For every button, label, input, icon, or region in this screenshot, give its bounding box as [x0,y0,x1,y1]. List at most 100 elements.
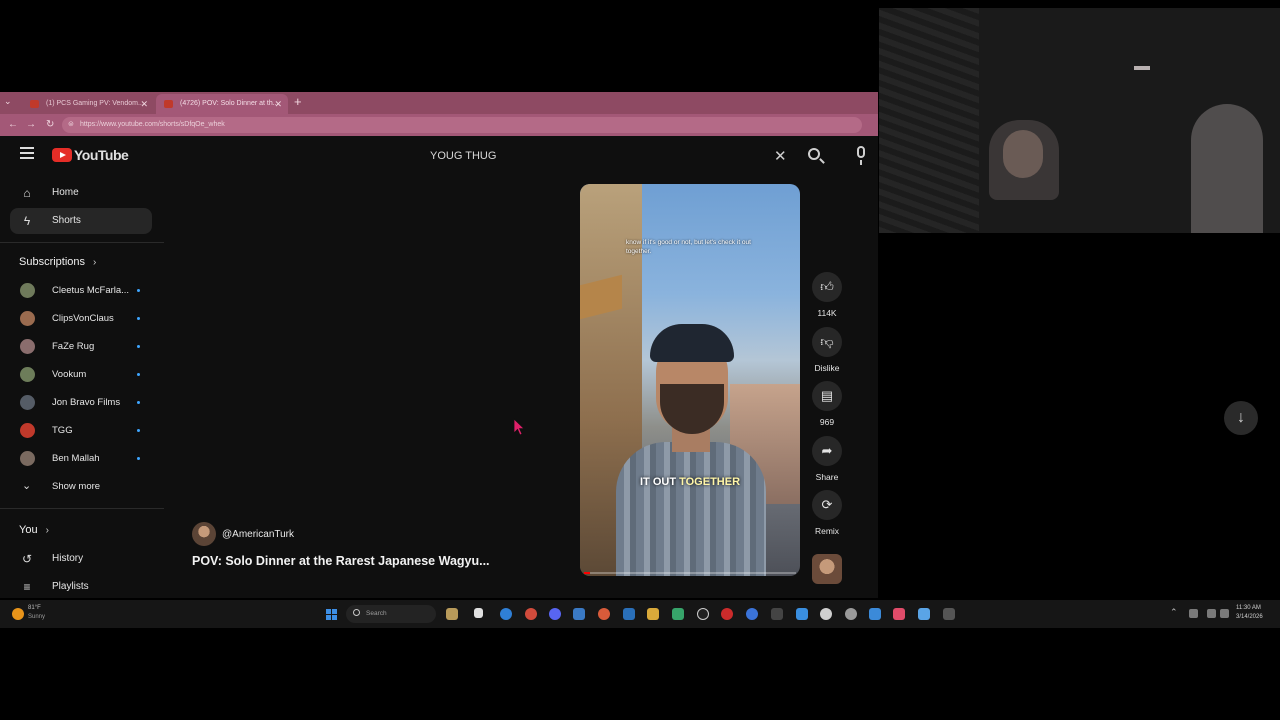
microphone-icon[interactable] [857,146,865,165]
opera-icon[interactable] [721,608,733,620]
widgets-app-icon[interactable] [446,608,458,620]
sidebar-item-home[interactable]: ⌂ Home [10,180,152,206]
search-input[interactable] [420,142,760,170]
windows-start-icon[interactable] [326,609,337,620]
history-icon: ↺ [21,552,33,566]
close-tab-icon[interactable]: ✕ [274,94,282,114]
dislike-button[interactable]: 👎︎ Dislike [810,327,844,373]
app-icon[interactable] [672,608,684,620]
divider [0,508,164,509]
app-icon[interactable] [525,608,537,620]
site-info-icon[interactable]: ⊜ [68,117,74,133]
arrow-down-icon: ↓ [1237,409,1245,426]
like-count: 114K [817,308,837,318]
subscription-item[interactable]: FaZe Rug [10,334,152,358]
browser-tab-1[interactable]: (1) PCS Gaming PV: Vendom... ✕ [22,94,154,114]
screen: ⌄ (1) PCS Gaming PV: Vendom... ✕ (4726) … [0,0,1280,720]
search-icon [808,148,820,160]
chevron-up-icon[interactable]: ⌃ [1170,607,1178,618]
youtube-logo-icon[interactable] [52,148,72,162]
tiktok-icon[interactable] [697,608,709,620]
comments-button[interactable]: ▤ 969 [810,381,844,427]
video-progress-bar[interactable] [584,572,796,574]
tab-strip: ⌄ (1) PCS Gaming PV: Vendom... ✕ (4726) … [0,92,878,114]
subscription-item[interactable]: ClipsVonClaus [10,306,152,330]
tray-app-icon[interactable] [1189,609,1198,618]
sidebar-item-history[interactable]: ↺ History [10,546,152,572]
file-explorer-icon[interactable] [647,608,659,620]
taskbar-search-box[interactable]: Search [346,605,436,623]
caption-text: IT OUT [639,476,680,488]
youtube-logo-text[interactable]: YouTube [74,147,129,163]
next-short-button[interactable]: ↓ [1224,401,1258,435]
wifi-icon[interactable] [1207,609,1216,618]
app-icon[interactable] [623,608,635,620]
capcut-icon[interactable] [943,608,955,620]
playlists-icon: ≡ [23,580,31,594]
browser-window: ⌄ (1) PCS Gaming PV: Vendom... ✕ (4726) … [0,92,878,598]
forward-icon[interactable]: → [26,119,36,130]
search-button[interactable] [808,148,826,166]
browser-tab-2[interactable]: (4726) POV: Solo Dinner at th... ✕ [156,94,288,114]
back-icon[interactable]: ← [8,119,18,130]
sound-thumbnail[interactable] [812,554,842,584]
subscriptions-header[interactable]: Subscriptions › [19,256,96,268]
show-more-button[interactable]: ⌄ Show more [10,474,152,498]
like-button[interactable]: 👍︎ 114K [810,272,844,318]
app-icon[interactable] [918,608,930,620]
channel-handle[interactable]: @AmericanTurk [222,529,294,540]
app-icon[interactable] [893,608,905,620]
edge-icon[interactable] [500,608,512,620]
caption-highlight: TOGETHER [679,476,741,488]
chrome-icon[interactable] [820,608,832,620]
new-content-dot [137,429,140,432]
url-field[interactable]: ⊜ https://www.youtube.com/shorts/sDfqOe_… [62,117,862,133]
subscription-name: ClipsVonClaus [52,313,114,324]
capcut-icon[interactable] [771,608,783,620]
share-button[interactable]: ➦ Share [810,436,844,482]
subscription-name: FaZe Rug [52,341,95,352]
sidebar-item-shorts[interactable]: ϟ Shorts [10,208,152,234]
subscription-item[interactable]: Ben Mallah [10,446,152,470]
you-title: You [19,524,38,536]
clock-date[interactable]: 3/14/2026 [1236,614,1263,620]
you-header[interactable]: You › [19,524,49,536]
avatar [20,311,35,326]
reload-icon[interactable]: ↻ [46,119,54,130]
clock-time[interactable]: 11:30 AM [1236,605,1261,611]
app-icon[interactable] [573,608,585,620]
channel-avatar[interactable] [192,522,216,546]
volume-icon[interactable] [1220,609,1229,618]
remix-button[interactable]: ⟳ Remix [810,490,844,536]
messenger-icon[interactable] [746,608,758,620]
webcam-lamp [1134,66,1150,70]
firefox-icon[interactable] [598,608,610,620]
file-app-icon[interactable] [474,608,483,618]
short-title[interactable]: POV: Solo Dinner at the Rarest Japanese … [192,554,490,568]
subscription-item[interactable]: TGG [10,418,152,442]
weather-sun-icon[interactable] [12,608,24,620]
share-label: Share [815,472,839,482]
subscription-item[interactable]: Vookum [10,362,152,386]
thumbs-down-icon: 👎︎ [812,327,842,357]
obs-icon[interactable] [845,608,857,620]
tab-list-button[interactable]: ⌄ [4,96,12,107]
new-tab-button[interactable]: + [294,94,302,109]
menu-icon[interactable] [20,147,34,159]
divider [0,242,164,243]
sidebar-item-label: Home [52,187,79,198]
app-icon[interactable] [796,608,808,620]
subscription-item[interactable]: Jon Bravo Films [10,390,152,414]
subscription-item[interactable]: Cleetus McFarla... [10,278,152,302]
close-tab-icon[interactable]: ✕ [140,94,148,114]
taskbar: 81°F Sunny Search ⌃ 11:30 AM 3/14/2026 [0,600,1280,628]
settings-icon[interactable] [869,608,881,620]
clear-search-icon[interactable]: ✕ [774,147,787,165]
discord-icon[interactable] [549,608,561,620]
video-person-cap [650,324,734,362]
sidebar-item-playlists[interactable]: ≡ Playlists [10,574,152,598]
youtube-favicon-icon [164,100,173,108]
subscription-name: TGG [52,425,73,436]
short-video-player[interactable]: know if it's good or not, but let's chec… [580,184,800,576]
remix-label: Remix [814,526,840,536]
